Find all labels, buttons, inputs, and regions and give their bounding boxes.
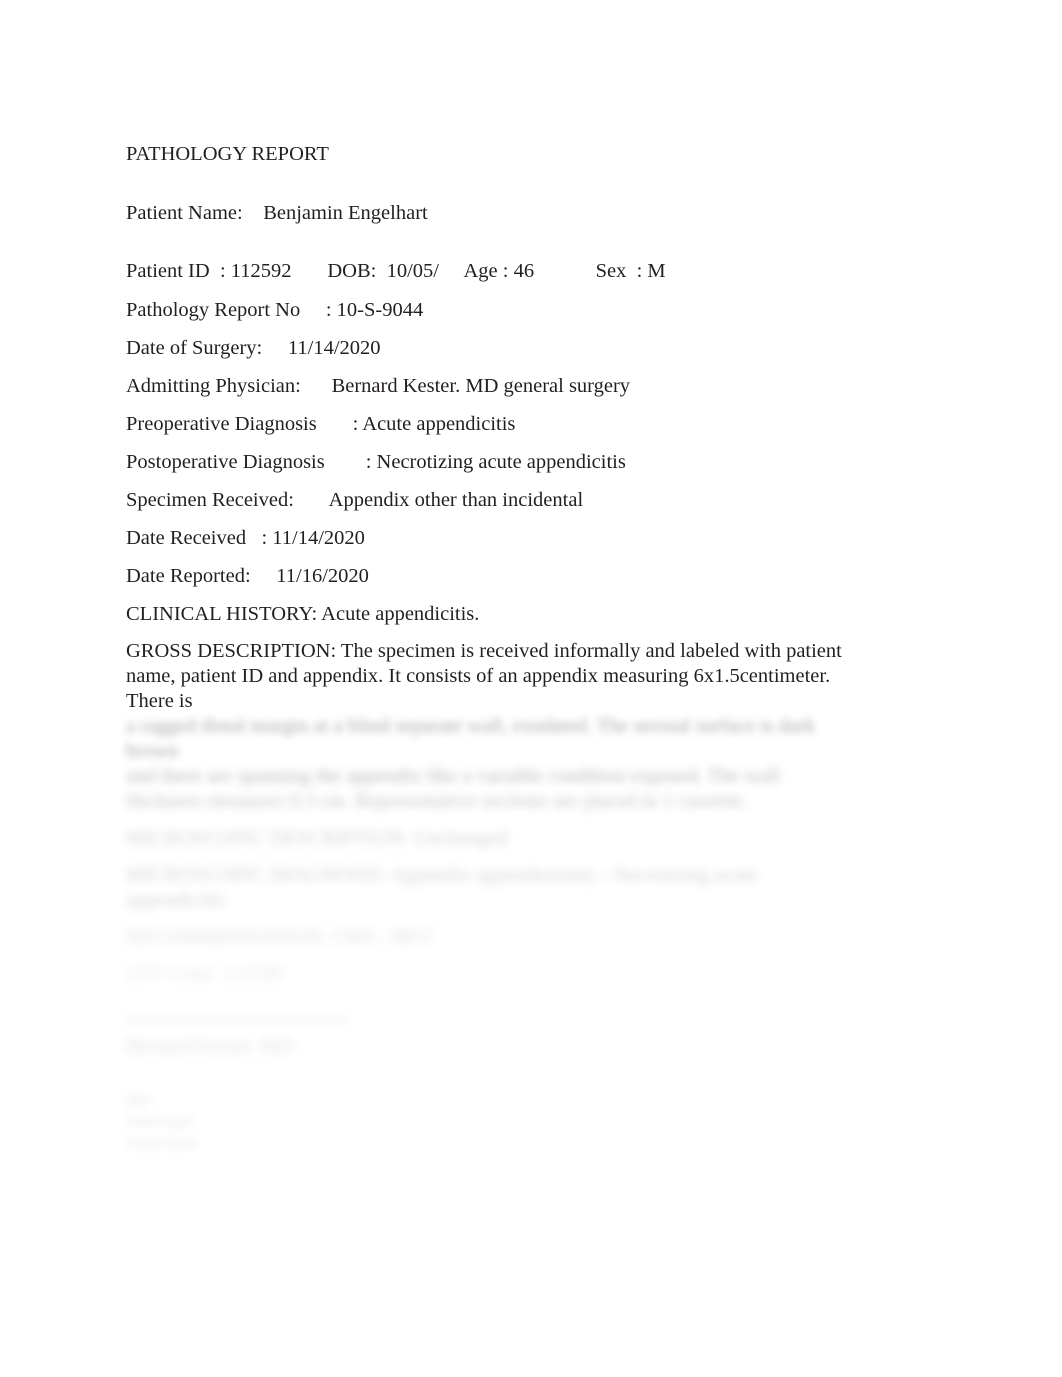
redacted-recommendation-line: RECOMMENDATION: CMS - BKT [126, 926, 433, 948]
gross-description-paragraph: GROSS DESCRIPTION: The specimen is recei… [126, 640, 842, 712]
redacted-signature-block-line-3: Department [126, 1135, 197, 1151]
specimen-received-line: Specimen Received: Appendix other than i… [126, 489, 584, 511]
date-received-line: Date Received : 11/14/2020 [126, 527, 365, 549]
document-body: PATHOLOGY REPORT Patient Name: Benjamin … [126, 141, 916, 1154]
date-reported-line: Date Reported: 11/16/2020 [126, 565, 369, 587]
clinical-history-line: CLINICAL HISTORY: Acute appendicitis. [126, 603, 480, 625]
redacted-microscopic-description-line: MICROSCOPIC DESCRIPTION: Unchanged [126, 827, 508, 849]
admitting-physician-line: Admitting Physician: Bernard Kester. MD … [126, 375, 631, 397]
page-title: PATHOLOGY REPORT [126, 143, 329, 165]
postoperative-diagnosis-line: Postoperative Diagnosis : Necrotizing ac… [126, 451, 626, 473]
redacted-footer-line: CPT Code: 114589 [126, 963, 284, 985]
redacted-signature-block-line-2: Pathologist [126, 1114, 194, 1130]
preoperative-diagnosis-line: Preoperative Diagnosis : Acute appendici… [126, 413, 516, 435]
redacted-gross-description-line-2: and there are spanning the appendix like… [126, 765, 780, 787]
patient-id-line: Patient ID : 112592 DOB: 10/05/ Age : 46… [126, 260, 666, 282]
redacted-gross-description-line-3: thickness measures 0.3 cm. Representativ… [126, 790, 748, 812]
redacted-signature-block-line-1: MD [126, 1093, 151, 1109]
redacted-gross-description-line-1: a ragged distal margin at a blind separa… [126, 715, 821, 762]
document-page: PATHOLOGY REPORT Patient Name: Benjamin … [0, 0, 1062, 1377]
redacted-microscopic-diagnosis-line: MICROSCOPIC DIAGNOSIS: Appendix appendec… [126, 864, 764, 911]
signature-rule [126, 1019, 348, 1021]
patient-name-line: Patient Name: Benjamin Engelhart [126, 202, 428, 224]
date-of-surgery-line: Date of Surgery: 11/14/2020 [126, 337, 381, 359]
redacted-signature-name-line: Bernard Kester. MD [126, 1035, 293, 1057]
pathology-report-no-line: Pathology Report No : 10-S-9044 [126, 299, 424, 321]
